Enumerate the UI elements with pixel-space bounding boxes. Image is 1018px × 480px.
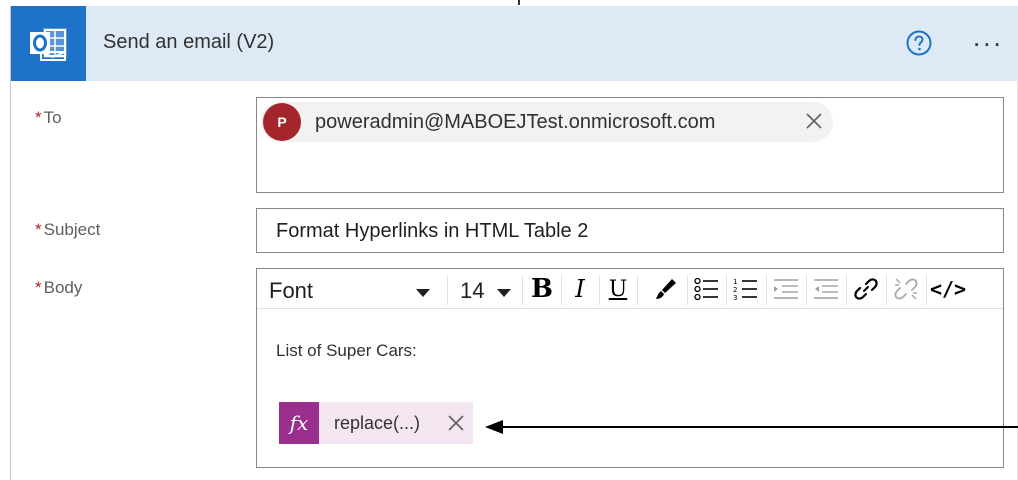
svg-text:2: 2: [733, 286, 737, 294]
to-label-text: To: [43, 108, 62, 127]
close-icon[interactable]: [447, 414, 465, 432]
chevron-down-icon[interactable]: [496, 285, 512, 303]
underline-button[interactable]: U: [601, 273, 635, 305]
required-marker: *: [35, 278, 42, 297]
token-label: replace(...): [334, 413, 421, 433]
body-label-text: Body: [43, 278, 83, 297]
outdent-icon[interactable]: [809, 273, 843, 305]
ellipsis-icon[interactable]: ...: [973, 24, 1004, 50]
top-edge-tick: [518, 0, 520, 5]
action-header[interactable]: Send an email (V2) ...: [11, 6, 1018, 81]
close-icon[interactable]: [805, 112, 823, 130]
italic-button[interactable]: I: [563, 273, 597, 305]
to-label: * To: [35, 108, 62, 128]
toolbar-divider: [766, 275, 767, 305]
to-field[interactable]: P poweradmin@MABOEJTest.onmicrosoft.com: [256, 97, 1004, 193]
toolbar-divider: [926, 275, 927, 305]
toolbar-divider: [726, 275, 727, 305]
toolbar-divider: [806, 275, 807, 305]
paint-brush-icon[interactable]: [649, 273, 683, 305]
action-card: Send an email (V2) ... * To P poweradmin@…: [10, 6, 1018, 480]
outlook-icon: [11, 6, 86, 81]
numbered-list-icon[interactable]: 1 2 3: [729, 273, 763, 305]
function-icon: fx: [279, 402, 319, 444]
recipient-chip[interactable]: P poweradmin@MABOEJTest.onmicrosoft.com: [261, 102, 833, 142]
chevron-down-icon[interactable]: [415, 285, 431, 303]
subject-input[interactable]: Format Hyperlinks in HTML Table 2: [256, 208, 1004, 253]
toolbar-divider: [846, 275, 847, 305]
subject-label-text: Subject: [43, 220, 101, 239]
toolbar-divider: [561, 275, 562, 305]
bulleted-list-icon[interactable]: [690, 273, 724, 305]
toolbar-divider: [637, 275, 638, 305]
required-marker: *: [35, 220, 42, 239]
toolbar-divider: [522, 275, 523, 305]
body-text: List of Super Cars:: [276, 341, 417, 360]
bold-button[interactable]: B: [525, 273, 559, 305]
editor-toolbar: Font 14 B I U 1 2 3 </>: [257, 269, 1003, 309]
annotation-arrow-icon: [485, 420, 1018, 434]
font-dropdown[interactable]: Font: [269, 278, 313, 304]
action-title: Send an email (V2): [103, 31, 275, 53]
body-label: * Body: [35, 278, 82, 298]
body-editor[interactable]: Font 14 B I U 1 2 3 </> List of Super Ca…: [256, 268, 1004, 468]
subject-label: * Subject: [35, 220, 100, 240]
link-icon[interactable]: [849, 273, 883, 305]
font-size-dropdown[interactable]: 14: [460, 278, 484, 304]
subject-value: Format Hyperlinks in HTML Table 2: [276, 220, 589, 242]
help-circle-icon[interactable]: [906, 30, 932, 56]
unlink-icon[interactable]: [889, 273, 923, 305]
expression-token[interactable]: fx replace(...): [279, 402, 473, 444]
svg-text:1: 1: [733, 278, 737, 286]
toolbar-divider: [599, 275, 600, 305]
code-view-icon[interactable]: </>: [930, 273, 966, 305]
avatar: P: [263, 103, 301, 141]
indent-icon[interactable]: [769, 273, 803, 305]
toolbar-divider: [886, 275, 887, 305]
required-marker: *: [35, 108, 42, 127]
toolbar-divider: [687, 275, 688, 305]
svg-text:3: 3: [733, 294, 737, 301]
recipient-email: poweradmin@MABOEJTest.onmicrosoft.com: [315, 111, 716, 133]
toolbar-divider: [447, 275, 448, 305]
